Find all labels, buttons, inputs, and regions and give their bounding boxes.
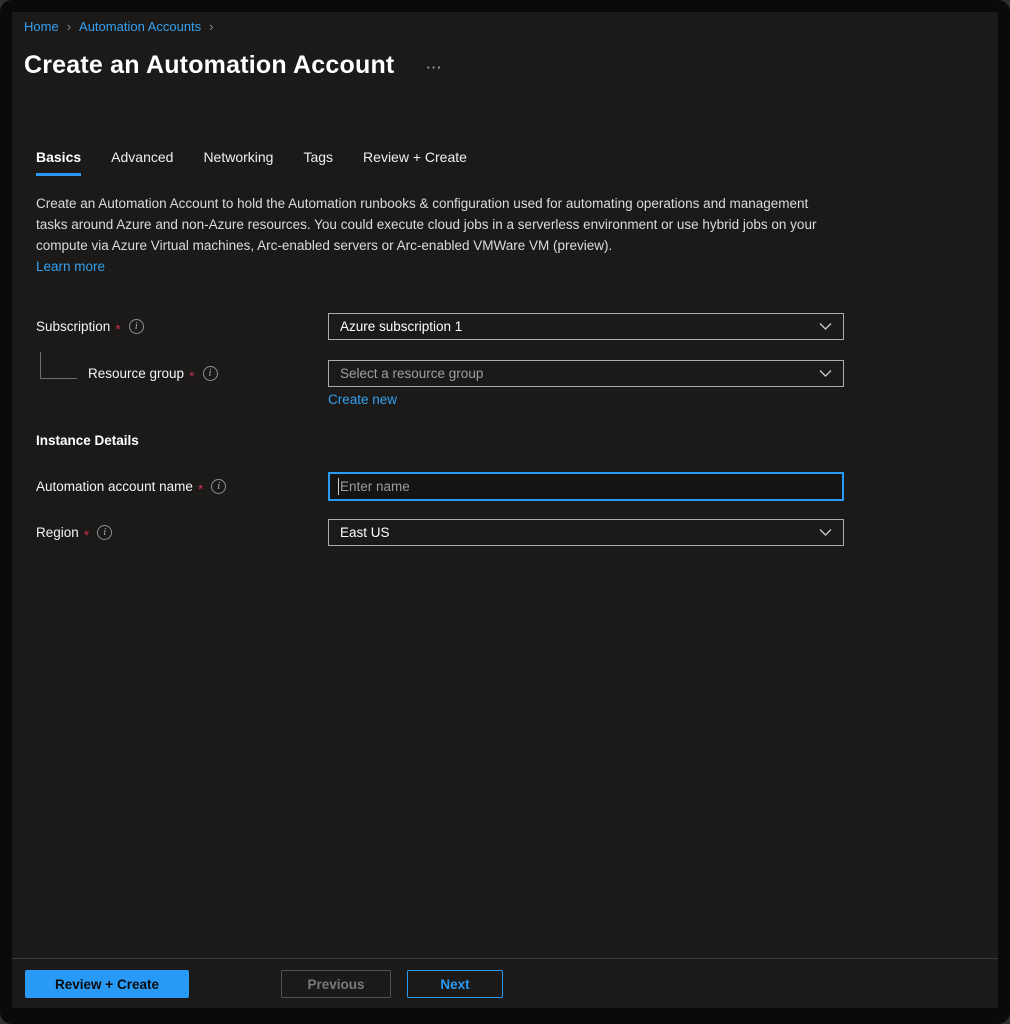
chevron-down-icon [819, 528, 832, 537]
title-row: Create an Automation Account ··· [24, 50, 986, 80]
required-marker: * [189, 371, 194, 381]
tab-tags[interactable]: Tags [303, 148, 333, 176]
basics-form: Subscription * i Azure subscription 1 Re… [36, 313, 974, 546]
tree-connector-line [40, 352, 77, 379]
resource-group-label-cell: Resource group * i [36, 366, 328, 381]
breadcrumb-separator-icon: › [67, 19, 71, 34]
region-label: Region [36, 525, 79, 540]
form-row-create-new: Create new [36, 392, 974, 407]
tab-review-create[interactable]: Review + Create [363, 148, 467, 176]
review-create-button[interactable]: Review + Create [25, 970, 189, 998]
more-options-icon[interactable]: ··· [426, 60, 442, 75]
blade-header: Home › Automation Accounts › Create an A… [12, 12, 998, 80]
required-marker: * [84, 530, 89, 540]
subscription-value: Azure subscription 1 [340, 319, 462, 334]
previous-button[interactable]: Previous [281, 970, 391, 998]
create-automation-account-blade: Home › Automation Accounts › Create an A… [12, 12, 998, 1008]
chevron-down-icon [819, 369, 832, 378]
section-heading-instance-details: Instance Details [36, 433, 974, 448]
form-row-resource-group: Resource group * i Select a resource gro… [36, 360, 974, 387]
blade-body: Basics Advanced Networking Tags Review +… [12, 148, 998, 546]
form-row-region: Region * i East US [36, 519, 974, 546]
breadcrumb-separator-icon: › [209, 19, 213, 34]
create-new-link[interactable]: Create new [328, 392, 397, 407]
region-label-cell: Region * i [36, 525, 328, 540]
page-title: Create an Automation Account [24, 50, 394, 80]
tab-bar: Basics Advanced Networking Tags Review +… [36, 148, 974, 176]
subscription-label: Subscription [36, 319, 110, 334]
account-name-field [328, 472, 844, 501]
region-value: East US [340, 525, 390, 540]
resource-group-label: Resource group [88, 366, 184, 381]
resource-group-select[interactable]: Select a resource group [328, 360, 844, 387]
next-button[interactable]: Next [407, 970, 503, 998]
info-icon[interactable]: i [97, 525, 112, 540]
azure-portal-frame: Home › Automation Accounts › Create an A… [0, 0, 1010, 1024]
description-text: Create an Automation Account to hold the… [36, 193, 842, 256]
info-icon[interactable]: i [203, 366, 218, 381]
breadcrumb: Home › Automation Accounts › [24, 17, 986, 35]
breadcrumb-automation-accounts-link[interactable]: Automation Accounts [79, 19, 201, 34]
region-select[interactable]: East US [328, 519, 844, 546]
footer-action-bar: Review + Create Previous Next [12, 958, 998, 1008]
form-row-subscription: Subscription * i Azure subscription 1 [36, 313, 974, 340]
required-marker: * [198, 484, 203, 494]
subscription-select[interactable]: Azure subscription 1 [328, 313, 844, 340]
breadcrumb-home-link[interactable]: Home [24, 19, 59, 34]
subscription-label-cell: Subscription * i [36, 319, 328, 334]
info-icon[interactable]: i [211, 479, 226, 494]
chevron-down-icon [819, 322, 832, 331]
account-name-input[interactable] [330, 474, 842, 499]
resource-group-placeholder: Select a resource group [340, 366, 483, 381]
learn-more-link[interactable]: Learn more [36, 256, 105, 277]
required-marker: * [115, 324, 120, 334]
tab-basics[interactable]: Basics [36, 148, 81, 176]
form-row-account-name: Automation account name * i [36, 472, 974, 501]
info-icon[interactable]: i [129, 319, 144, 334]
tab-networking[interactable]: Networking [203, 148, 273, 176]
account-name-label-cell: Automation account name * i [36, 479, 328, 494]
account-name-label: Automation account name [36, 479, 193, 494]
text-caret [338, 478, 339, 495]
tab-advanced[interactable]: Advanced [111, 148, 173, 176]
